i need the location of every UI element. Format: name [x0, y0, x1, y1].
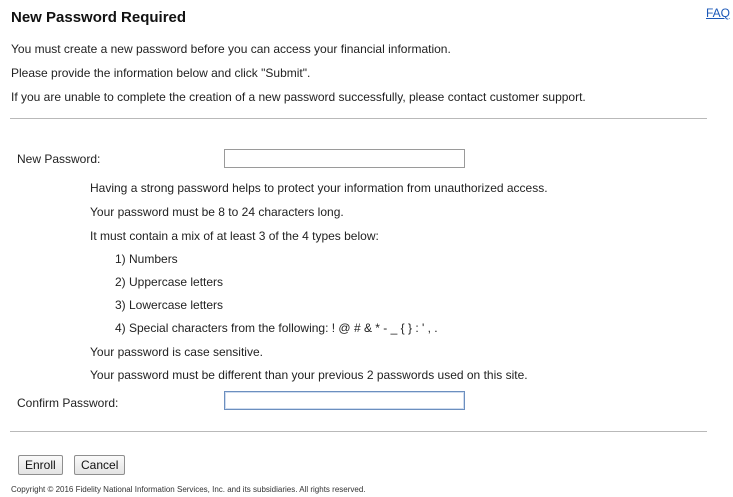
- hint-type-uppercase: 2) Uppercase letters: [115, 275, 224, 289]
- intro-line-submit: Please provide the information below and…: [11, 66, 311, 80]
- hint-type-special: 4) Special characters from the following…: [115, 321, 438, 335]
- confirm-password-field[interactable]: [224, 391, 465, 410]
- confirm-password-label: Confirm Password:: [17, 396, 119, 410]
- divider-top: [10, 118, 707, 119]
- copyright-text: Copyright © 2016 Fidelity National Infor…: [11, 485, 366, 494]
- divider-bottom: [10, 431, 707, 432]
- hint-type-lowercase: 3) Lowercase letters: [115, 298, 224, 312]
- hint-password-history: Your password must be different than you…: [90, 368, 528, 382]
- enroll-button[interactable]: Enroll: [18, 455, 63, 475]
- faq-link[interactable]: FAQ: [706, 6, 730, 20]
- new-password-field[interactable]: [224, 149, 465, 168]
- intro-line-support: If you are unable to complete the creati…: [11, 90, 586, 104]
- hint-length: Your password must be 8 to 24 characters…: [90, 205, 344, 219]
- intro-line-create: You must create a new password before yo…: [11, 42, 451, 56]
- new-password-label: New Password:: [17, 152, 101, 166]
- page-title: New Password Required: [11, 9, 187, 26]
- hint-type-numbers: 1) Numbers: [115, 252, 178, 266]
- hint-strong-password: Having a strong password helps to protec…: [90, 181, 548, 195]
- cancel-button[interactable]: Cancel: [74, 455, 126, 475]
- hint-mix: It must contain a mix of at least 3 of t…: [90, 229, 379, 243]
- hint-case-sensitive: Your password is case sensitive.: [90, 345, 263, 359]
